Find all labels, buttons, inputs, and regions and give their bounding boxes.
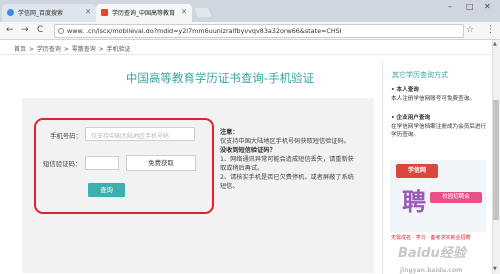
phone-input[interactable]: 仅支持中国大陆地区手机号码: [85, 127, 195, 141]
notes: 注意： 仅支持中国大陆地区手机号码获取短信验证码。 没收到短信验证码？ 1、网络…: [220, 128, 360, 191]
breadcrumb: 首页 > 学历查询 > 零散查询 > 手机验证: [14, 44, 132, 53]
sidebar-title: 其它学历查询方式: [392, 71, 448, 79]
query-button[interactable]: 查询: [88, 183, 125, 197]
sidebar-personal-heading: • 本人查询: [391, 87, 419, 93]
tab-baidu-search[interactable]: 学信网_百度搜索 ✕: [2, 4, 96, 22]
ad-tag: 校园招聘会: [430, 192, 482, 203]
forward-icon[interactable]: →: [21, 25, 29, 36]
ad-headline: 聘: [402, 187, 426, 216]
sms-code-input[interactable]: [85, 156, 119, 170]
watermark-sub: jingyan.baidu.com: [400, 267, 463, 274]
site-favicon-icon: [101, 9, 108, 16]
baidu-watermark: Baidu经验 jingyan.baidu.com: [398, 242, 500, 274]
breadcrumb-sep: >: [63, 46, 69, 53]
ad-caption: 无需成名 · 学习 · 备考求实就业招聘: [391, 235, 471, 241]
breadcrumb-current: 手机验证: [106, 46, 131, 53]
reload-icon[interactable]: C: [37, 25, 43, 36]
maximize-icon[interactable]: □: [466, 2, 474, 11]
tab-label: 学信网_百度搜索: [18, 10, 64, 17]
browser-tab-bar: 学信网_百度搜索 ✕ 学历查询_中国高等教育 ✕ – □ ✕: [0, 0, 500, 22]
address-bar[interactable]: www. .cn/lscx/mobileval.do?mdid=y2l7mm6u…: [54, 24, 464, 38]
sidebar-enterprise-text: 在学信网学信档案注册成为会员后进行学历查询。: [391, 123, 487, 139]
browser-toolbar: ← → C www. .cn/lscx/mobileval.do?mdid=y2…: [0, 22, 500, 40]
notes-item-1: 1、网络通讯异常可能会造成短信丢失，请重新获取或稍后再试。: [220, 156, 354, 172]
sms-code-label: 短信验证码：: [43, 160, 82, 168]
sidebar-personal-text: 本人注册学信网账号可免费查询。: [391, 95, 475, 102]
sidebar-enterprise: • 企业用户查询 在学信网学信档案注册成为会员后进行学历查询。: [391, 114, 487, 140]
divider: [0, 54, 500, 55]
tab-xueli-query[interactable]: 学历查询_中国高等教育 ✕: [96, 4, 192, 22]
minimize-icon[interactable]: –: [448, 2, 452, 11]
close-tab-icon[interactable]: ✕: [181, 8, 187, 16]
breadcrumb-sep: >: [28, 46, 34, 53]
notes-item-2: 2、请核实手机是否已欠费停机，或者屏蔽了系统短信。: [220, 174, 354, 190]
xuexin-logo: 学信网: [396, 164, 438, 178]
watermark-text: Baidu经验: [398, 246, 466, 261]
new-tab-button[interactable]: [194, 8, 212, 17]
close-window-icon[interactable]: ✕: [484, 2, 491, 11]
breadcrumb-sep: >: [98, 46, 104, 53]
scroll-thumb[interactable]: [493, 100, 499, 220]
notes-line: 仅支持中国大陆地区手机号码获取短信验证码。: [220, 138, 350, 145]
campus-recruit-banner[interactable]: 学信网 聘 校园招聘会: [390, 160, 486, 232]
phone-label: 手机号码：: [50, 132, 82, 140]
notes-heading: 注意：: [220, 129, 239, 136]
breadcrumb-xueli[interactable]: 学历查询: [37, 46, 61, 53]
paw-icon: [7, 9, 14, 16]
breadcrumb-lingsan[interactable]: 零散查询: [72, 46, 96, 53]
tab-label: 学历查询_中国高等教育: [112, 10, 176, 17]
get-code-button[interactable]: 免费获取: [126, 155, 196, 171]
page-title: 中国高等教育学历证书查询-手机验证: [125, 71, 315, 85]
scroll-up-icon[interactable]: ▲: [493, 41, 497, 47]
browser-menu-icon[interactable]: ⋮: [486, 25, 495, 35]
breadcrumb-home[interactable]: 首页: [14, 46, 26, 53]
url-text: www. .cn/lscx/mobileval.do?mdid=y2l7mm6u…: [67, 27, 342, 35]
sidebar-personal: • 本人查询 本人注册学信网账号可免费查询。: [391, 86, 487, 103]
notes-heading-2: 没收到短信验证码？: [220, 147, 276, 154]
close-tab-icon[interactable]: ✕: [85, 8, 91, 16]
bookmark-star-icon[interactable]: ☆: [466, 25, 474, 35]
sidebar-enterprise-heading: • 企业用户查询: [391, 115, 431, 121]
info-icon[interactable]: [58, 28, 64, 34]
back-icon[interactable]: ←: [6, 25, 14, 36]
